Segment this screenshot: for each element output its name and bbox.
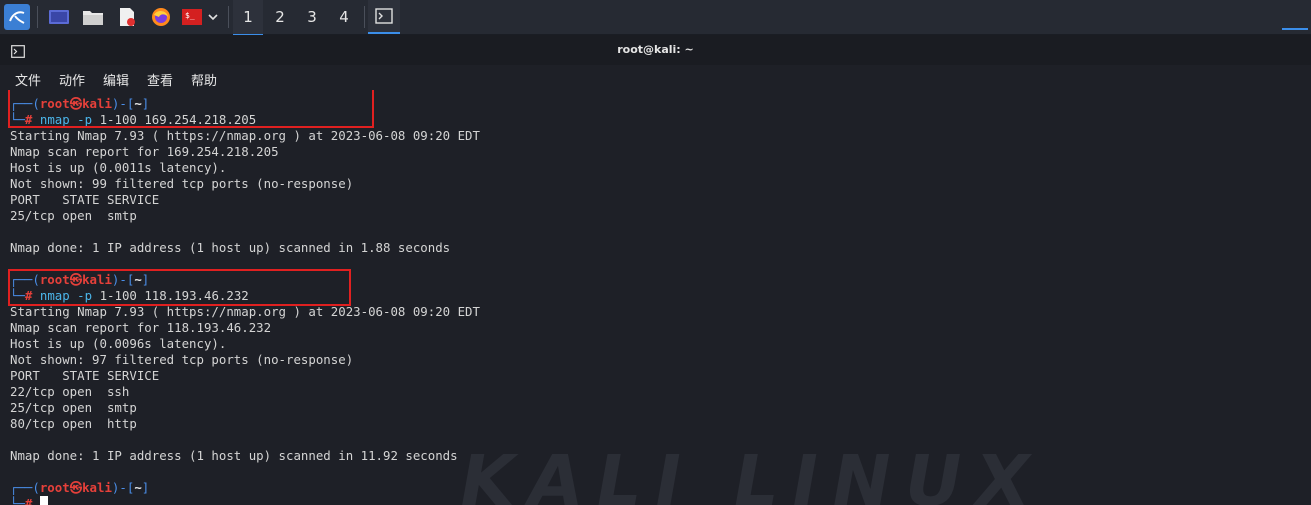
- text-cursor: [39, 496, 48, 505]
- svg-text:$_: $_: [185, 11, 195, 20]
- text-editor-icon[interactable]: [114, 4, 140, 30]
- output-line: Host is up (0.0011s latency).: [10, 160, 227, 175]
- output-line: 80/tcp open http: [10, 416, 137, 431]
- file-manager-icon[interactable]: [80, 4, 106, 30]
- menu-bar: 文件 动作 编辑 查看 帮助: [0, 66, 1311, 90]
- output-line: Nmap done: 1 IP address (1 host up) scan…: [10, 448, 458, 463]
- menu-view[interactable]: 查看: [147, 70, 173, 89]
- output-line: Nmap done: 1 IP address (1 host up) scan…: [10, 240, 451, 255]
- firefox-icon[interactable]: [148, 4, 174, 30]
- terminal-output[interactable]: KALI LINUX ┌──(root㉿kali)-[~] └─# nmap -…: [0, 90, 1311, 505]
- output-line: Starting Nmap 7.93 ( https://nmap.org ) …: [10, 128, 480, 143]
- chevron-down-icon[interactable]: [205, 4, 221, 30]
- window-title: root@kali: ~: [617, 43, 694, 56]
- kali-menu-icon[interactable]: [4, 4, 30, 30]
- output-line: Host is up (0.0096s latency).: [10, 336, 227, 351]
- output-line: 25/tcp open smtp: [10, 208, 137, 223]
- prompt-line: ┌──(root㉿kali)-[~]: [10, 480, 150, 495]
- output-line: Not shown: 99 filtered tcp ports (no-res…: [10, 176, 354, 191]
- highlight-box: [8, 269, 351, 306]
- command-line[interactable]: └─#: [10, 496, 48, 505]
- menu-edit[interactable]: 编辑: [103, 70, 129, 89]
- workspace-1[interactable]: 1: [233, 0, 263, 36]
- desktop-icon[interactable]: [46, 4, 72, 30]
- menu-actions[interactable]: 动作: [59, 70, 85, 89]
- output-line: Not shown: 97 filtered tcp ports (no-res…: [10, 352, 354, 367]
- menu-help[interactable]: 帮助: [191, 70, 217, 89]
- output-line: Nmap scan report for 169.254.218.205: [10, 144, 279, 159]
- workspace-4[interactable]: 4: [329, 0, 359, 34]
- output-line: 25/tcp open smtp: [10, 400, 137, 415]
- kali-watermark: KALI LINUX: [452, 440, 1051, 505]
- terminal-launcher-icon[interactable]: $_: [180, 4, 204, 30]
- output-line: Starting Nmap 7.93 ( https://nmap.org ) …: [10, 304, 480, 319]
- workspace-3[interactable]: 3: [297, 0, 327, 34]
- terminal-task-icon[interactable]: [368, 0, 400, 34]
- output-line: Nmap scan report for 118.193.46.232: [10, 320, 272, 335]
- highlight-box: [8, 90, 374, 128]
- window-titlebar[interactable]: root@kali: ~: [0, 35, 1311, 65]
- workspace-2[interactable]: 2: [265, 0, 295, 34]
- output-line: PORT STATE SERVICE: [10, 368, 160, 383]
- output-line: PORT STATE SERVICE: [10, 192, 160, 207]
- menu-file[interactable]: 文件: [15, 70, 41, 89]
- taskbar: $_ 1 2 3 4: [0, 0, 1311, 36]
- window-indicator: [1282, 28, 1308, 30]
- output-line: 22/tcp open ssh: [10, 384, 130, 399]
